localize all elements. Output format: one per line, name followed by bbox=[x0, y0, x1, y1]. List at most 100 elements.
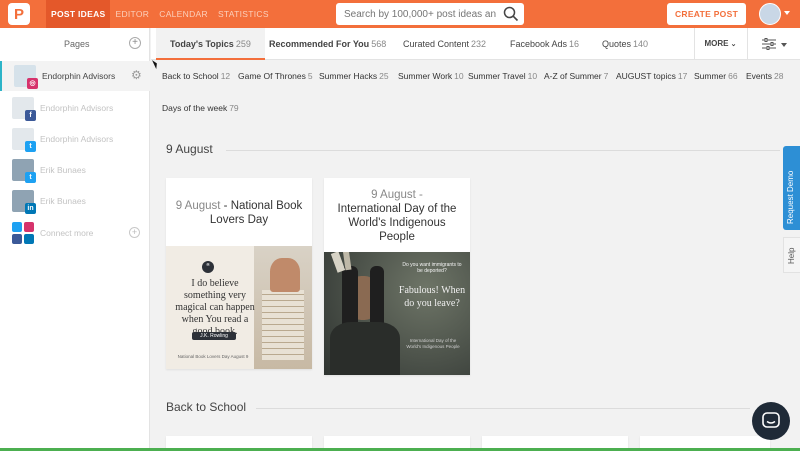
sidebar-title: Pages bbox=[64, 39, 90, 49]
section-title: Back to School bbox=[166, 400, 247, 414]
topic-chip[interactable]: Game Of Thrones 5 bbox=[238, 71, 313, 81]
page-avatar: in bbox=[12, 190, 36, 214]
page-thumbnail: t bbox=[12, 128, 36, 152]
tab-count: 568 bbox=[371, 39, 387, 49]
topic-chip[interactable]: Summer Work 10 bbox=[398, 71, 464, 81]
sidebar-item-page[interactable]: t Erik Bunaes bbox=[0, 155, 150, 185]
sidebar-item-page[interactable]: in Erik Bunaes bbox=[0, 186, 150, 216]
help-tab[interactable]: Help bbox=[783, 237, 800, 273]
card-separator: - bbox=[415, 189, 423, 201]
chip-label: Summer Travel bbox=[468, 71, 526, 81]
main-nav: POST IDEAS EDITOR CALENDAR STATISTICS bbox=[46, 0, 274, 28]
chip-count: 79 bbox=[229, 103, 239, 113]
search-box bbox=[336, 3, 524, 25]
tab-count: 16 bbox=[569, 39, 580, 49]
post-idea-card[interactable]: 9 August - International Day of the World… bbox=[324, 178, 470, 375]
chip-count: 25 bbox=[379, 71, 389, 81]
quote-mark-icon: “ bbox=[202, 261, 214, 273]
sidebar-item-page[interactable]: ◎ Endorphin Advisors ⚙ bbox=[0, 61, 150, 91]
tab-facebook-ads[interactable]: Facebook Ads 16 bbox=[510, 28, 579, 60]
gear-icon[interactable]: ⚙ bbox=[131, 69, 144, 82]
nav-statistics[interactable]: STATISTICS bbox=[213, 0, 274, 28]
image-author: J.K. Rowling bbox=[192, 332, 236, 340]
linkedin-icon: in bbox=[25, 203, 36, 214]
tab-curated-content[interactable]: Curated Content 232 bbox=[403, 28, 486, 60]
request-demo-tab[interactable]: Request Demo bbox=[783, 146, 800, 230]
search-input[interactable] bbox=[336, 3, 496, 25]
sidebar-item-label: Erik Bunaes bbox=[40, 196, 86, 206]
card-date: 9 August bbox=[371, 189, 416, 201]
pages-sidebar: Pages + ◎ Endorphin Advisors ⚙ f Endorph… bbox=[0, 28, 150, 451]
app-logo[interactable]: P bbox=[8, 3, 30, 25]
card-title: 9 August - International Day of the World… bbox=[330, 188, 464, 244]
topic-chip[interactable]: Events 28 bbox=[746, 71, 783, 81]
chip-label: AUGUST topics bbox=[616, 71, 676, 81]
tab-quotes[interactable]: Quotes 140 bbox=[602, 28, 648, 60]
nav-post-ideas[interactable]: POST IDEAS bbox=[46, 0, 111, 28]
chip-count: 12 bbox=[220, 71, 231, 81]
filter-button[interactable] bbox=[747, 28, 800, 60]
tab-todays-topics[interactable]: Today's Topics 259 bbox=[156, 28, 265, 60]
chat-button[interactable] bbox=[752, 402, 790, 440]
top-bar: P POST IDEAS EDITOR CALENDAR STATISTICS … bbox=[0, 0, 800, 28]
topic-chip[interactable]: AUGUST topics 17 bbox=[616, 71, 687, 81]
tab-label: Facebook Ads bbox=[510, 39, 568, 49]
twitter-icon: t bbox=[25, 172, 36, 183]
sidebar-item-page[interactable]: t Endorphin Advisors bbox=[0, 124, 150, 154]
nav-calendar[interactable]: CALENDAR bbox=[154, 0, 213, 28]
logo-letter: P bbox=[13, 5, 24, 23]
chip-label: A-Z of Summer bbox=[544, 71, 602, 81]
chip-label: Summer Hacks bbox=[319, 71, 378, 81]
sliders-icon bbox=[762, 38, 776, 50]
chip-label: Summer Work bbox=[398, 71, 453, 81]
sidebar-item-label: Erik Bunaes bbox=[40, 165, 86, 175]
sidebar-item-connect-more[interactable]: Connect more + bbox=[0, 218, 150, 248]
tab-recommended[interactable]: Recommended For You 568 bbox=[269, 28, 386, 60]
create-post-button[interactable]: CREATE POST bbox=[667, 3, 746, 25]
section-divider bbox=[256, 408, 750, 409]
section-divider bbox=[226, 150, 780, 151]
card-image: Do you want immigrants to be deported? F… bbox=[324, 252, 470, 375]
more-tabs-button[interactable]: MORE ⌄ bbox=[694, 28, 746, 60]
add-icon[interactable]: + bbox=[129, 227, 140, 238]
topic-chip[interactable]: Summer 66 bbox=[694, 71, 738, 81]
chip-count: 5 bbox=[307, 71, 313, 81]
image-footer: International Day of the World's Indigen… bbox=[406, 338, 460, 349]
twitter-icon: t bbox=[25, 141, 36, 152]
user-avatar[interactable] bbox=[759, 3, 781, 25]
social-networks-icon bbox=[12, 222, 34, 244]
search-icon[interactable] bbox=[503, 6, 519, 22]
topic-chip[interactable]: Back to School 12 bbox=[162, 71, 230, 81]
sidebar-item-label: Connect more bbox=[40, 228, 94, 238]
page-thumbnail: f bbox=[12, 97, 36, 121]
chevron-down-icon[interactable] bbox=[784, 11, 790, 15]
card-title-text: International Day of the World's Indigen… bbox=[337, 203, 457, 243]
chip-count: 10 bbox=[527, 71, 538, 81]
topic-chip[interactable]: A-Z of Summer 7 bbox=[544, 71, 608, 81]
chip-count: 66 bbox=[728, 71, 738, 81]
topic-chip[interactable]: Days of the week 79 bbox=[162, 103, 239, 113]
topic-chip[interactable]: Summer Travel 10 bbox=[468, 71, 537, 81]
page-avatar: t bbox=[12, 159, 36, 183]
image-quote-text: I do believe something very magical can … bbox=[175, 278, 255, 337]
chip-count: 10 bbox=[454, 71, 464, 81]
chip-count: 7 bbox=[603, 71, 609, 81]
post-idea-card[interactable]: 9 August - National Book Lovers Day “ I … bbox=[166, 178, 312, 369]
image-answer-text: Fabulous! When do you leave? bbox=[398, 285, 466, 309]
page-thumbnail: ◎ bbox=[14, 65, 38, 89]
tab-count: 259 bbox=[235, 39, 251, 49]
chip-count: 17 bbox=[677, 71, 688, 81]
add-page-icon[interactable]: + bbox=[129, 37, 141, 49]
topic-chip[interactable]: Summer Hacks 25 bbox=[319, 71, 389, 81]
chip-count: 28 bbox=[774, 71, 784, 81]
card-date: 9 August bbox=[175, 200, 221, 212]
tab-count: 140 bbox=[633, 39, 649, 49]
tab-label: Curated Content bbox=[403, 39, 470, 49]
nav-editor[interactable]: EDITOR bbox=[110, 0, 154, 28]
chip-label: Days of the week bbox=[162, 103, 228, 113]
image-question-text: Do you want immigrants to be deported? bbox=[402, 262, 462, 274]
sidebar-item-label: Endorphin Advisors bbox=[40, 134, 114, 144]
request-demo-label: Request Demo bbox=[786, 170, 795, 224]
tab-label: Quotes bbox=[602, 39, 632, 49]
sidebar-item-page[interactable]: f Endorphin Advisors bbox=[0, 93, 150, 123]
